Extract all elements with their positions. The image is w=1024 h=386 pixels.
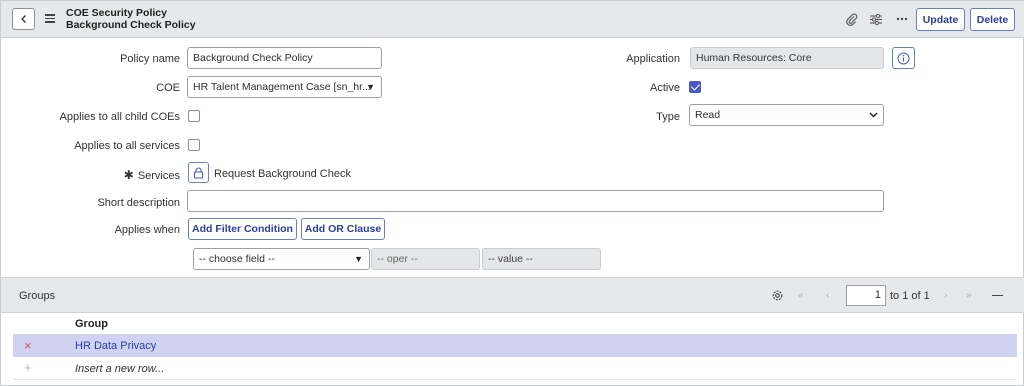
chevron-down-icon [869, 112, 878, 118]
operator-value: -- oper -- [377, 253, 418, 265]
delete-row-icon[interactable]: × [24, 338, 32, 353]
choose-field-value: -- choose field -- [199, 253, 275, 265]
active-label: Active [650, 82, 680, 94]
application-info-button[interactable] [892, 47, 915, 69]
page-count-text: to 1 of 1 [890, 290, 930, 302]
required-asterisk-icon: ✱ [123, 168, 134, 182]
policy-name-input[interactable]: Background Check Policy [187, 47, 382, 69]
group-column-header[interactable]: Group [75, 318, 108, 330]
previous-page-icon[interactable]: ‹ [826, 290, 829, 301]
next-page-icon[interactable]: › [944, 290, 947, 301]
attachment-icon[interactable] [843, 11, 859, 27]
list-settings-icon[interactable] [771, 289, 784, 305]
form-header: COE Security Policy Background Check Pol… [1, 1, 1024, 38]
last-page-icon[interactable]: » [966, 290, 972, 301]
applies-child-coes-checkbox[interactable] [188, 110, 200, 122]
settings-sliders-icon[interactable] [868, 11, 884, 27]
caret-down-icon: ▼ [354, 254, 363, 264]
more-options-icon[interactable] [894, 11, 910, 27]
application-label: Application [626, 53, 680, 65]
menu-icon[interactable] [45, 12, 57, 24]
coe-label: COE [156, 82, 180, 94]
update-button[interactable]: Update [916, 8, 965, 31]
table-row[interactable]: × HR Data Privacy [13, 335, 1017, 357]
value-placeholder: -- value -- [488, 253, 533, 265]
application-field: Human Resources: Core [690, 47, 884, 69]
services-lock-button[interactable] [188, 162, 209, 183]
form-frame: COE Security Policy Background Check Pol… [0, 0, 1024, 386]
coe-select-value: HR Talent Management Case [sn_hr... [193, 81, 371, 93]
services-label-group: ✱ Services [124, 168, 180, 182]
record-name-title: Background Check Policy [66, 19, 196, 31]
group-name-link[interactable]: HR Data Privacy [75, 340, 156, 352]
applies-all-services-label: Applies to all services [74, 140, 180, 152]
applies-when-label: Applies when [114, 224, 180, 236]
value-input[interactable]: -- value -- [482, 248, 601, 270]
back-button[interactable] [12, 8, 35, 30]
groups-related-list-header: Groups « ‹ 1 to 1 of 1 › » [1, 277, 1024, 313]
applies-all-services-checkbox[interactable] [188, 139, 200, 151]
short-description-label: Short description [97, 197, 180, 209]
info-icon [897, 52, 910, 64]
add-filter-condition-button[interactable]: Add Filter Condition [188, 218, 297, 240]
active-checkbox[interactable] [689, 81, 701, 93]
lock-icon [193, 166, 204, 179]
coe-select[interactable]: HR Talent Management Case [sn_hr... ▼ [187, 76, 382, 98]
operator-select[interactable]: -- oper -- [371, 248, 480, 270]
add-row-icon: + [24, 360, 32, 375]
services-value: Request Background Check [214, 168, 351, 180]
applies-child-coes-label: Applies to all child COEs [59, 111, 180, 123]
insert-row[interactable]: + Insert a new row... [13, 358, 1017, 380]
page-number-input[interactable]: 1 [846, 285, 886, 306]
short-description-input[interactable] [187, 190, 884, 212]
add-or-clause-button[interactable]: Add OR Clause [301, 218, 385, 240]
type-label: Type [656, 111, 680, 123]
first-page-icon[interactable]: « [798, 290, 804, 301]
chevron-left-icon [20, 15, 26, 23]
type-select-value: Read [695, 109, 721, 121]
delete-button[interactable]: Delete [970, 8, 1015, 31]
type-select[interactable]: Read [689, 104, 884, 126]
choose-field-select[interactable]: -- choose field -- ▼ [193, 248, 370, 270]
caret-down-icon: ▼ [366, 82, 375, 92]
services-label: Services [137, 170, 180, 182]
groups-title: Groups [19, 290, 56, 302]
collapse-icon[interactable] [992, 295, 1003, 297]
policy-name-label: Policy name [120, 53, 180, 65]
insert-new-row-text[interactable]: Insert a new row... [75, 363, 164, 375]
record-type-title: COE Security Policy [66, 7, 167, 19]
